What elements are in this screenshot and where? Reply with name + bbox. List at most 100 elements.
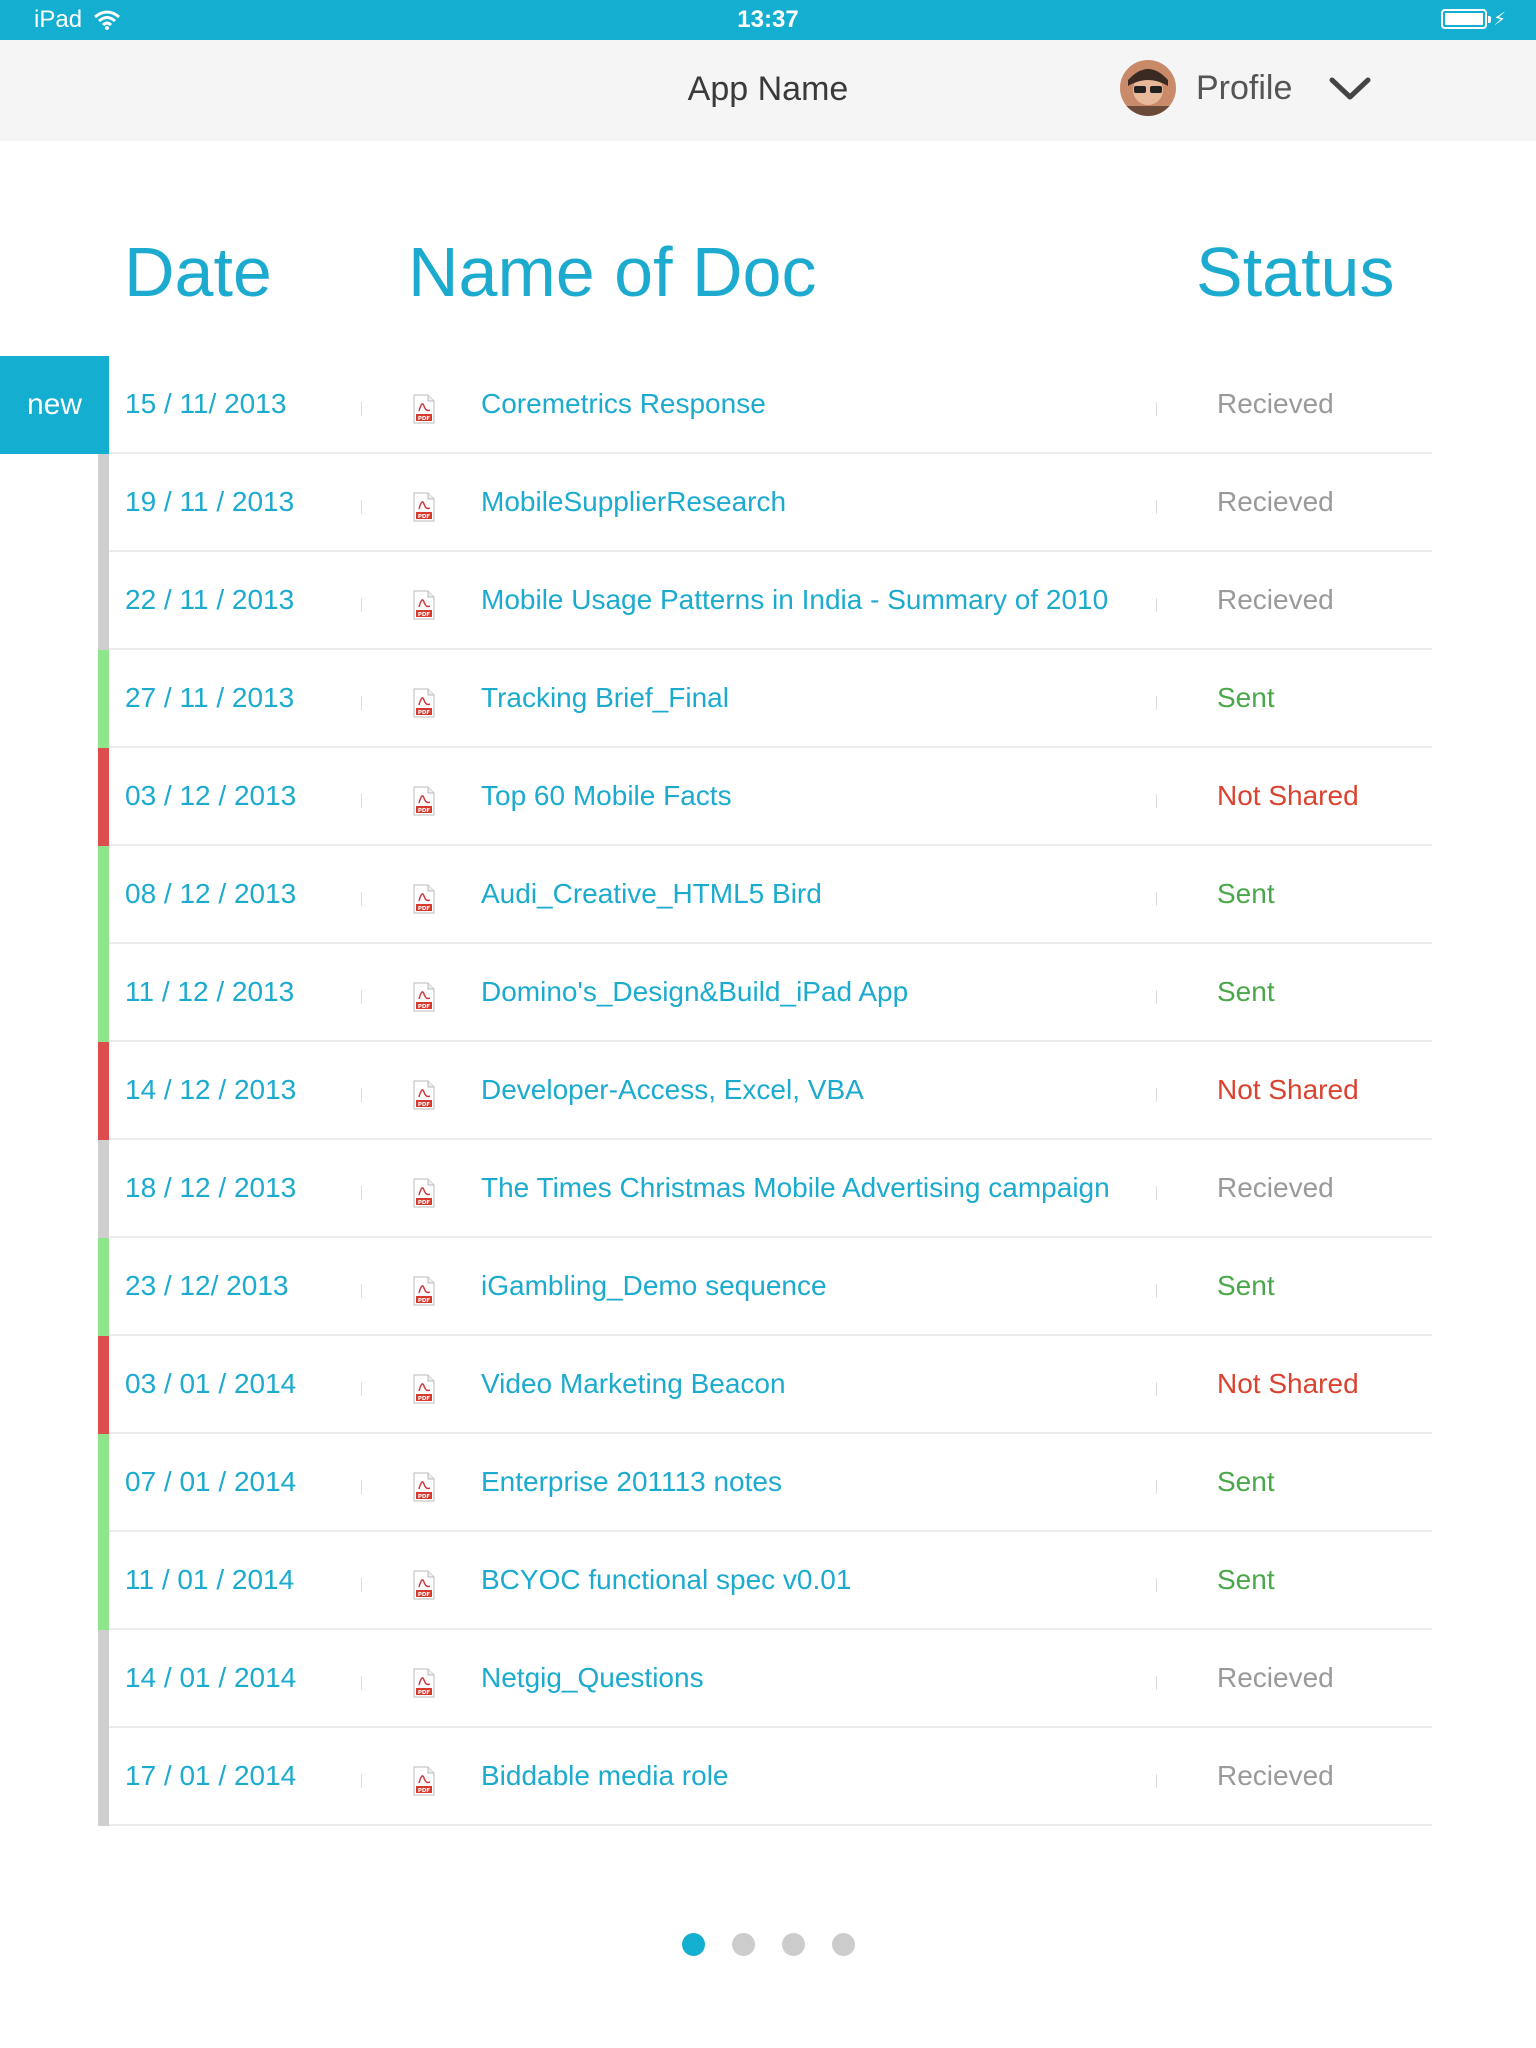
document-name-link[interactable]: Tracking Brief_Final — [481, 682, 729, 714]
column-divider — [1156, 1088, 1157, 1102]
svg-text:PDF: PDF — [418, 710, 431, 716]
table-row[interactable]: 18 / 12 / 2013 PDF The Times Christmas Mob… — [98, 1140, 1432, 1238]
status-indicator-bar — [98, 1140, 109, 1238]
status-indicator-bar — [98, 944, 109, 1042]
table-row[interactable]: 03 / 12 / 2013 PDF Top 60 Mobile Facts Not … — [98, 748, 1432, 846]
document-name-link[interactable]: Video Marketing Beacon — [481, 1368, 786, 1400]
svg-text:PDF: PDF — [418, 416, 431, 422]
svg-text:PDF: PDF — [418, 906, 431, 912]
table-row[interactable]: 07 / 01 / 2014 PDF Enterprise 201113 notes… — [98, 1434, 1432, 1532]
column-divider — [1156, 1578, 1157, 1592]
status-label: Recieved — [1217, 584, 1334, 615]
status-column-header[interactable]: Status — [1196, 232, 1394, 312]
date-column-header[interactable]: Date — [124, 232, 272, 312]
document-name-link[interactable]: BCYOC functional spec v0.01 — [481, 1564, 851, 1596]
document-name-link[interactable]: Top 60 Mobile Facts — [481, 780, 732, 812]
status-bar-right: ⚡ — [1441, 9, 1506, 29]
table-row[interactable]: 27 / 11 / 2013 PDF Tracking Brief_Final Sen… — [98, 650, 1432, 748]
status-indicator-bar — [98, 1238, 109, 1336]
pdf-icon: PDF — [413, 1766, 435, 1796]
table-row[interactable]: 14 / 12 / 2013 PDF Developer-Access, Excel… — [98, 1042, 1432, 1140]
battery-icon — [1441, 9, 1492, 29]
table-row[interactable]: 15 / 11/ 2013 PDF Coremetrics Response Reci… — [98, 356, 1432, 454]
table-row[interactable]: 19 / 11 / 2013 PDF MobileSupplierResearch R… — [98, 454, 1432, 552]
pdf-icon: PDF — [413, 492, 435, 522]
document-name-link[interactable]: Enterprise 201113 notes — [481, 1466, 782, 1498]
document-name-link[interactable]: Netgig_Questions — [481, 1662, 704, 1694]
page-dot[interactable] — [831, 1933, 855, 1956]
document-name-link[interactable]: MobileSupplierResearch — [481, 486, 786, 518]
column-divider — [1156, 892, 1157, 906]
name-column-header[interactable]: Name of Doc — [408, 232, 816, 312]
column-divider — [361, 1578, 362, 1592]
status-indicator-bar — [98, 748, 109, 846]
svg-text:PDF: PDF — [418, 612, 431, 618]
status-label: Not Shared — [1217, 780, 1359, 811]
svg-text:PDF: PDF — [418, 1592, 431, 1598]
svg-text:PDF: PDF — [418, 1494, 431, 1500]
document-name-link[interactable]: Biddable media role — [481, 1760, 729, 1792]
row-date: 03 / 01 / 2014 — [125, 1368, 297, 1399]
document-name-link[interactable]: Mobile Usage Patterns in India - Summary… — [481, 584, 1108, 616]
table-row[interactable]: 17 / 01 / 2014 PDF Biddable media role Reci… — [98, 1728, 1432, 1826]
table-row[interactable]: 11 / 12 / 2013 PDF Domino's_Design&Build_i… — [98, 944, 1432, 1042]
document-name-link[interactable]: Coremetrics Response — [481, 388, 766, 420]
page-indicator — [0, 1933, 1536, 1956]
row-date: 18 / 12 / 2013 — [125, 1172, 297, 1203]
status-indicator-bar — [98, 552, 109, 650]
status-indicator-bar — [98, 1336, 109, 1434]
status-indicator-bar — [98, 454, 109, 552]
svg-text:PDF: PDF — [418, 1298, 431, 1304]
row-date: 27 / 11 / 2013 — [125, 682, 295, 713]
row-date: 23 / 12/ 2013 — [125, 1270, 289, 1301]
chevron-down-icon[interactable] — [1328, 74, 1372, 102]
status-indicator-bar — [98, 1728, 109, 1826]
document-name-link[interactable]: Developer-Access, Excel, VBA — [481, 1074, 864, 1106]
column-divider — [361, 1284, 362, 1298]
page-dot[interactable] — [781, 1933, 805, 1956]
profile-menu[interactable]: Profile — [1120, 60, 1372, 116]
svg-text:PDF: PDF — [418, 1396, 431, 1402]
document-name-link[interactable]: The Times Christmas Mobile Advertising c… — [481, 1172, 1110, 1204]
status-label: Sent — [1217, 1564, 1275, 1595]
table-row[interactable]: 03 / 01 / 2014 PDF Video Marketing Beacon N… — [98, 1336, 1432, 1434]
pdf-icon: PDF — [413, 1570, 435, 1600]
column-divider — [361, 500, 362, 514]
avatar[interactable] — [1120, 60, 1176, 116]
document-name-link[interactable]: Domino's_Design&Build_iPad App — [481, 976, 908, 1008]
svg-text:PDF: PDF — [418, 1788, 431, 1794]
document-name-link[interactable]: iGambling_Demo sequence — [481, 1270, 827, 1302]
row-date: 15 / 11/ 2013 — [125, 388, 287, 419]
row-date: 08 / 12 / 2013 — [125, 878, 297, 909]
page-dot[interactable] — [681, 1933, 705, 1956]
pdf-icon: PDF — [413, 1374, 435, 1404]
pdf-icon: PDF — [413, 590, 435, 620]
row-date: 17 / 01 / 2014 — [125, 1760, 297, 1791]
status-label: Sent — [1217, 1466, 1275, 1497]
column-divider — [361, 1480, 362, 1494]
table-row[interactable]: 22 / 11 / 2013 PDF Mobile Usage Patterns i… — [98, 552, 1432, 650]
charging-icon: ⚡ — [1493, 9, 1506, 29]
page-dot[interactable] — [731, 1933, 755, 1956]
status-bar: iPad 13:37 ⚡ — [0, 0, 1536, 40]
row-date: 22 / 11 / 2013 — [125, 584, 295, 615]
table-row[interactable]: 11 / 01 / 2014 PDF BCYOC functional spec v… — [98, 1532, 1432, 1630]
document-name-link[interactable]: Audi_Creative_HTML5 Bird — [481, 878, 822, 910]
svg-text:PDF: PDF — [418, 1102, 431, 1108]
status-label: Recieved — [1217, 1760, 1334, 1791]
table-row[interactable]: 08 / 12 / 2013 PDF Audi_Creative_HTML5 Bir… — [98, 846, 1432, 944]
clock: 13:37 — [737, 6, 799, 33]
table-row[interactable]: 14 / 01 / 2014 PDF Netgig_Questions Recieve… — [98, 1630, 1432, 1728]
status-indicator-bar — [98, 1532, 109, 1630]
status-indicator-bar — [98, 1042, 109, 1140]
status-indicator-bar — [98, 1434, 109, 1532]
row-date: 11 / 01 / 2014 — [125, 1564, 295, 1595]
svg-text:PDF: PDF — [418, 1004, 431, 1010]
row-date: 11 / 12 / 2013 — [125, 976, 295, 1007]
column-divider — [361, 402, 362, 416]
status-indicator-bar — [98, 846, 109, 944]
column-divider — [1156, 696, 1157, 710]
table-row[interactable]: 23 / 12/ 2013 PDF iGambling_Demo sequence S… — [98, 1238, 1432, 1336]
status-label: Recieved — [1217, 1662, 1334, 1693]
profile-label[interactable]: Profile — [1196, 69, 1292, 108]
